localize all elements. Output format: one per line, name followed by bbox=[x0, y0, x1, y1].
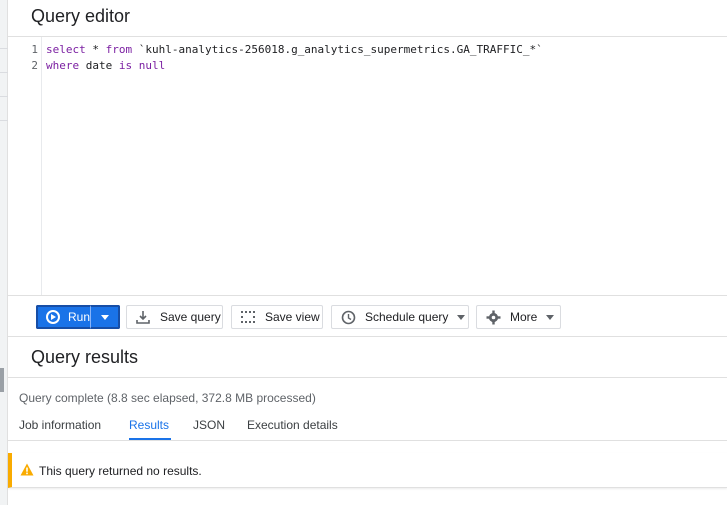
more-button[interactable]: More bbox=[476, 305, 561, 329]
schedule-query-button[interactable]: Schedule query bbox=[331, 305, 469, 329]
query-status: Query complete (8.8 sec elapsed, 372.8 M… bbox=[19, 391, 316, 405]
active-tab-indicator bbox=[129, 438, 171, 440]
no-results-warning: This query returned no results. bbox=[8, 453, 727, 488]
code-text: date bbox=[79, 59, 119, 72]
run-options-dropdown[interactable] bbox=[91, 305, 120, 329]
tab-execution-details[interactable]: Execution details bbox=[247, 418, 338, 432]
gear-icon bbox=[485, 309, 501, 325]
warning-icon bbox=[20, 463, 34, 476]
chevron-down-icon bbox=[100, 314, 109, 320]
panel-divider bbox=[0, 48, 8, 49]
sql-keyword: where bbox=[46, 59, 80, 72]
save-view-button[interactable]: Save view bbox=[231, 305, 323, 329]
panel-divider bbox=[0, 120, 8, 121]
results-title: Query results bbox=[31, 347, 139, 367]
table-reference: `kuhl-analytics-256018.g_analytics_super… bbox=[132, 43, 543, 56]
sql-keyword: is null bbox=[118, 59, 166, 72]
run-label: Run bbox=[67, 310, 90, 324]
clock-icon bbox=[340, 309, 356, 325]
tab-results[interactable]: Results bbox=[129, 418, 169, 432]
results-tabs: Job information Results JSON Execution d… bbox=[8, 412, 727, 441]
code-line[interactable]: where date is null bbox=[46, 58, 165, 74]
save-icon bbox=[135, 309, 151, 325]
query-toolbar: Run Save query Save view Schedule query bbox=[8, 295, 727, 337]
tab-job-information[interactable]: Job information bbox=[19, 418, 101, 432]
panel-divider bbox=[0, 96, 8, 97]
panel-resize-handle[interactable] bbox=[0, 368, 4, 392]
more-label: More bbox=[510, 310, 538, 324]
schedule-query-label: Schedule query bbox=[365, 310, 449, 324]
save-query-button[interactable]: Save query bbox=[126, 305, 223, 329]
grid-icon bbox=[240, 309, 256, 325]
panel-divider bbox=[0, 72, 8, 73]
divider bbox=[8, 377, 727, 378]
code-text: * bbox=[85, 43, 106, 56]
sql-keyword: from bbox=[105, 43, 133, 56]
code-line[interactable]: select * from `kuhl-analytics-256018.g_a… bbox=[46, 42, 543, 58]
code-editor[interactable]: 1 2 select * from `kuhl-analytics-256018… bbox=[8, 37, 727, 295]
line-number: 2 bbox=[31, 59, 38, 72]
chevron-down-icon bbox=[546, 314, 555, 320]
sql-keyword: select bbox=[46, 43, 86, 56]
run-button[interactable]: Run bbox=[36, 305, 91, 329]
line-number-gutter: 1 2 bbox=[8, 37, 42, 295]
warning-message: This query returned no results. bbox=[39, 464, 202, 478]
save-query-label: Save query bbox=[160, 310, 221, 324]
save-view-label: Save view bbox=[265, 310, 320, 324]
chevron-down-icon bbox=[457, 314, 466, 320]
play-icon bbox=[46, 310, 60, 324]
tab-json[interactable]: JSON bbox=[193, 418, 225, 432]
line-number: 1 bbox=[31, 43, 38, 56]
left-panel-edge bbox=[0, 0, 8, 505]
editor-title: Query editor bbox=[31, 6, 131, 26]
